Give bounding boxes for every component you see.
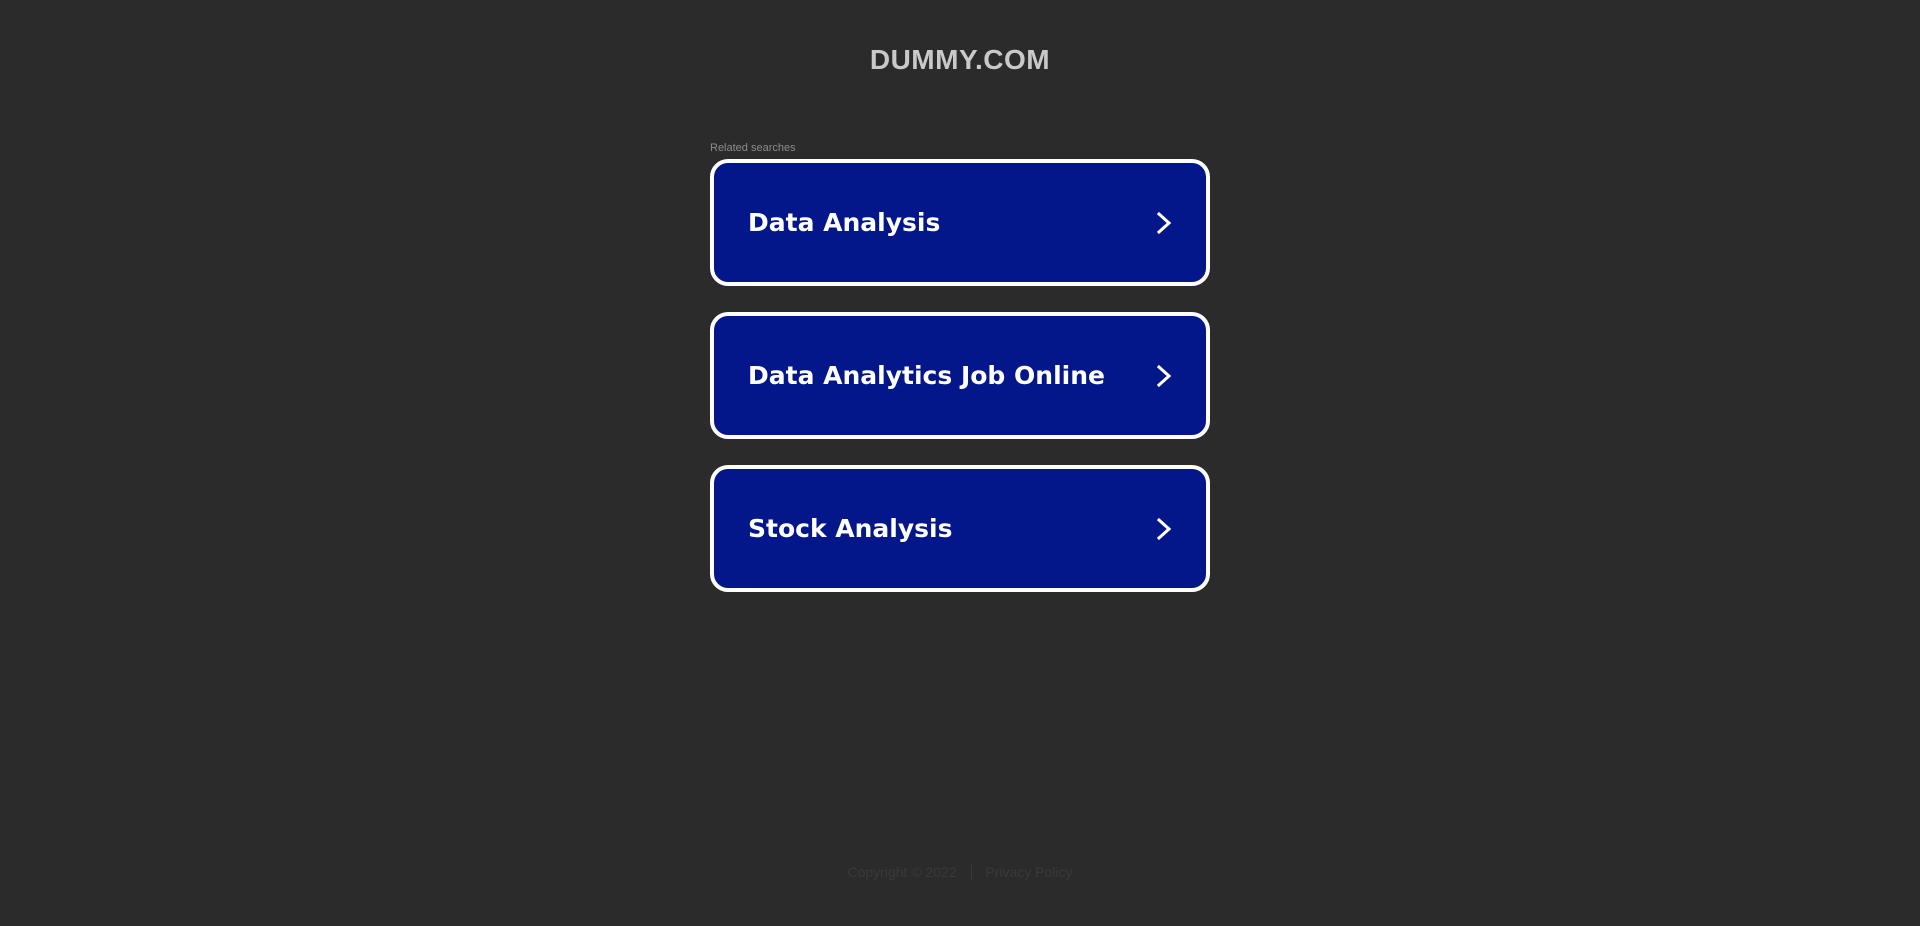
related-search-label: Data Analysis (748, 208, 941, 237)
footer: Copyright © 2022 Privacy Policy (0, 864, 1920, 882)
related-searches-label: Related searches (710, 142, 796, 154)
footer-divider (970, 865, 972, 882)
related-search-data-analytics-job-online[interactable]: Data Analytics Job Online (710, 312, 1210, 439)
related-searches-list: Data Analysis Data Analytics Job Online … (710, 159, 1210, 592)
chevron-right-icon (1152, 364, 1176, 388)
chevron-right-icon (1152, 517, 1176, 541)
page: DUMMY.COM Related searches Data Analysis… (0, 0, 1920, 926)
site-title: DUMMY.COM (869, 44, 1051, 75)
related-search-stock-analysis[interactable]: Stock Analysis (710, 465, 1210, 592)
related-search-label: Data Analytics Job Online (748, 361, 1105, 390)
related-search-label: Stock Analysis (748, 514, 953, 543)
chevron-right-icon (1152, 211, 1176, 235)
privacy-policy-link[interactable]: Privacy Policy (985, 864, 1072, 880)
copyright-text: Copyright © 2022 (847, 864, 957, 880)
related-searches-section: Related searches Data Analysis Data Anal… (710, 142, 1210, 592)
related-search-data-analysis[interactable]: Data Analysis (710, 159, 1210, 286)
